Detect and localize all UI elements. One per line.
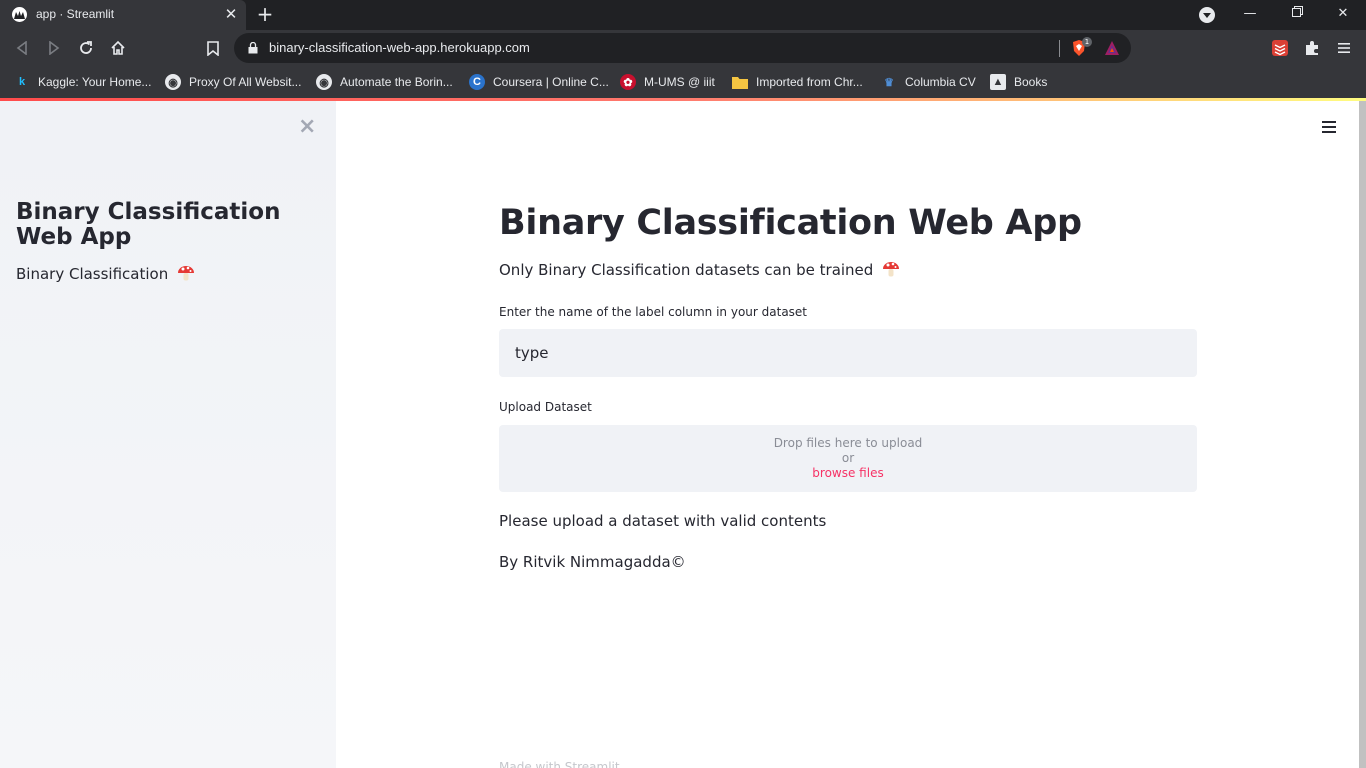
reload-icon[interactable] [76,38,96,58]
columbia-icon: ♛ [884,76,894,89]
extensions-icon[interactable] [1302,38,1322,58]
brave-rewards-icon[interactable] [1104,40,1120,56]
address-bar[interactable]: binary-classification-web-app.herokuapp.… [234,33,1131,63]
tab-close-icon[interactable]: ✕ [224,7,238,22]
bookmark-label: Columbia CV [905,75,976,89]
streamlit-favicon-icon [12,7,27,22]
page-subtitle-text: Only Binary Classification datasets can … [499,261,874,279]
bookmark-books[interactable]: ▲ Books [990,72,1047,92]
dropzone-or-text: or [841,451,855,465]
bookmark-label: Automate the Borin... [340,75,453,89]
restore-icon[interactable] [1286,4,1308,24]
page-subtitle: Only Binary Classification datasets can … [499,260,900,279]
shields-count-badge: 1 [1082,37,1092,47]
forward-icon[interactable] [44,38,64,58]
bookmark-label: M-UMS @ iiit [644,75,715,89]
upload-label: Upload Dataset [499,400,592,414]
coursera-icon: C [469,74,485,90]
new-tab-icon[interactable]: + [255,4,275,24]
ums-icon: ✿ [620,74,636,90]
author-credit: By Ritvik Nimmagadda© [499,553,686,571]
bookmark-automate[interactable]: ◉ Automate the Borin... [316,72,453,92]
sidebar-subtitle-text: Binary Classification [16,265,169,283]
kaggle-icon: k [18,76,26,88]
bookmark-label: Kaggle: Your Home... [38,75,152,89]
browser-menu-icon[interactable] [1334,38,1354,58]
bookmarks-bar: k Kaggle: Your Home... ◉ Proxy Of All We… [0,66,1366,98]
todoist-extension-icon[interactable] [1270,38,1290,58]
sidebar-close-icon[interactable]: × [298,116,316,138]
page-title: Binary Classification Web App [499,203,1082,243]
books-icon: ▲ [990,74,1006,90]
app-menu-icon[interactable] [1322,121,1338,135]
file-dropzone[interactable]: Drop files here to upload or browse file… [499,425,1197,492]
bookmark-imported-folder[interactable]: Imported from Chr... [732,72,863,92]
home-icon[interactable] [108,38,128,58]
bookmark-mums[interactable]: ✿ M-UMS @ iiit [620,72,715,92]
url-text: binary-classification-web-app.herokuapp.… [269,40,530,55]
scrollbar[interactable] [1359,101,1366,768]
globe-icon: ◉ [165,74,181,90]
lock-icon [248,42,258,54]
close-window-icon[interactable]: ✕ [1332,4,1354,24]
browser-tab[interactable]: app · Streamlit ✕ [0,0,246,30]
omnibox-divider [1059,40,1060,57]
browser-tabstrip: app · Streamlit ✕ + — ✕ [0,0,1366,30]
tab-search-icon[interactable] [1199,7,1215,23]
browser-toolbar: binary-classification-web-app.herokuapp.… [0,30,1366,66]
folder-icon [732,74,748,90]
mushroom-icon [178,266,195,281]
bookmark-proxy[interactable]: ◉ Proxy Of All Websit... [165,72,301,92]
bookmark-label: Books [1014,75,1048,89]
browse-files-link[interactable]: browse files [812,466,883,480]
bookmark-label: Imported from Chr... [756,75,863,89]
sidebar-subtitle: Binary Classification [16,264,195,283]
label-column-field-label: Enter the name of the label column in yo… [499,305,808,319]
globe-icon: ◉ [316,74,332,90]
bookmark-kaggle[interactable]: k Kaggle: Your Home... [14,72,151,92]
label-column-input[interactable] [499,329,1197,377]
streamlit-footer[interactable]: Made with Streamlit [499,760,620,768]
bookmark-label: Coursera | Online C... [493,75,609,89]
bookmark-coursera[interactable]: C Coursera | Online C... [469,72,609,92]
bookmark-columbia[interactable]: ♛ Columbia CV [881,72,976,92]
bookmark-label: Proxy Of All Websit... [189,75,302,89]
sidebar: × Binary Classification Web App Binary C… [0,101,336,768]
sidebar-title: Binary Classification Web App [16,199,281,250]
back-icon[interactable] [12,38,32,58]
minimize-icon[interactable]: — [1239,4,1261,24]
tab-title: app · Streamlit [36,7,115,21]
bookmark-icon[interactable] [203,38,223,58]
mushroom-icon [883,262,900,277]
upload-warning-text: Please upload a dataset with valid conte… [499,512,827,530]
dropzone-text: Drop files here to upload [773,436,923,450]
